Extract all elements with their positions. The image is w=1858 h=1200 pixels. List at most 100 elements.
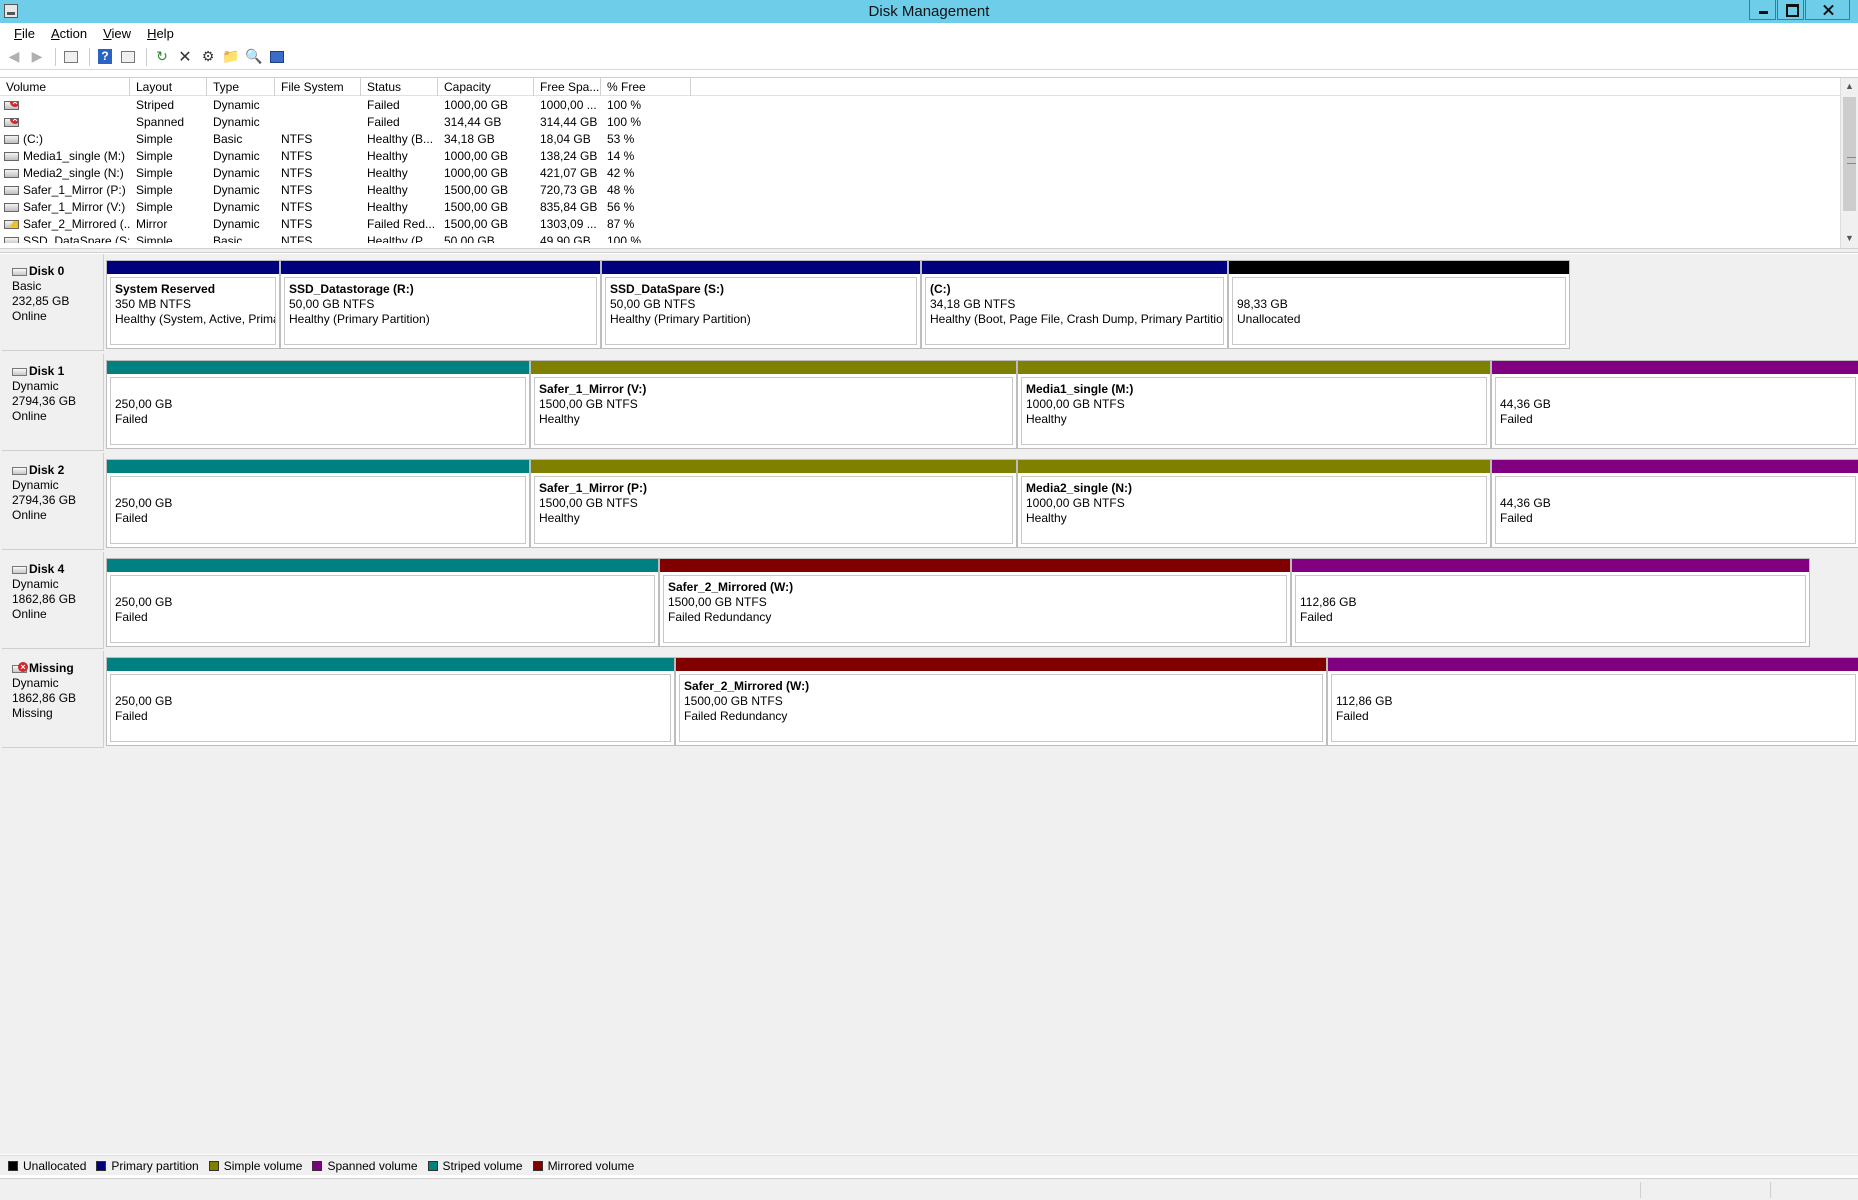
help-icon[interactable]: ?	[95, 47, 115, 67]
volume-list: Volume Layout Type File System Status Ca…	[0, 77, 1858, 248]
partition-name	[1500, 382, 1855, 397]
partition-type-bar	[660, 559, 1290, 572]
volume-icon	[4, 152, 19, 161]
disk-row: Disk 1 Dynamic 2794,36 GB Online 250,00 GB Fa…	[0, 354, 1858, 451]
partition-info: 98,33 GB Unallocated	[1232, 277, 1566, 345]
column-header-layout[interactable]: Layout	[130, 78, 207, 96]
scroll-up-icon[interactable]: ▲	[1841, 78, 1858, 95]
partition-status: Healthy	[1026, 412, 1067, 426]
column-header-percent-free[interactable]: % Free	[601, 78, 691, 96]
partition-block[interactable]: 250,00 GB Failed	[106, 360, 530, 449]
partition-type-bar	[1229, 261, 1569, 274]
column-header-type[interactable]: Type	[207, 78, 275, 96]
menu-help[interactable]: Help	[139, 26, 182, 41]
table-row[interactable]: SSD_DataSpare (S:) Simple Basic NTFS Healthy…	[0, 233, 1840, 243]
partition-type-bar	[1492, 361, 1858, 374]
partition-block[interactable]: System Reserved 350 MB NTFS Healthy (Syste…	[106, 260, 280, 349]
menu-file[interactable]: File	[6, 26, 43, 41]
scrollbar-thumb[interactable]	[1843, 97, 1856, 211]
table-row[interactable]: Media2_single (N:) Simple Dynamic NTFS Healt…	[0, 165, 1840, 182]
table-row[interactable]: Spanned Dynamic Failed 314,44 GB 314,44 GB 10…	[0, 114, 1840, 131]
partition-block[interactable]: Safer_1_Mirror (P:) 1500,00 GB NTFS Health…	[530, 459, 1017, 548]
column-header-file-system[interactable]: File System	[275, 78, 361, 96]
partition-block[interactable]: 44,36 GB Failed	[1491, 459, 1858, 548]
cell-type: Basic	[213, 132, 243, 146]
settings-icon[interactable]: ⚙	[198, 47, 218, 67]
legend-label: Simple volume	[223, 1158, 303, 1173]
cell-free-space: 49,90 GB	[540, 234, 591, 243]
scroll-down-icon[interactable]: ▼	[1841, 230, 1858, 247]
partition-name: SSD_DataSpare (S:)	[610, 282, 725, 296]
pane-splitter[interactable]	[0, 248, 1858, 253]
delete-icon[interactable]: ✕	[175, 47, 195, 67]
column-header-volume[interactable]: Volume	[0, 78, 130, 96]
partition-status: Failed	[115, 610, 148, 624]
partition-block[interactable]: 250,00 GB Failed	[106, 558, 659, 647]
minimize-button[interactable]	[1749, 0, 1776, 20]
partition-type-bar	[107, 261, 279, 274]
cell-file-system	[275, 97, 361, 114]
cell-capacity: 1500,00 GB	[444, 217, 509, 231]
column-header-capacity[interactable]: Capacity	[438, 78, 534, 96]
back-icon[interactable]: ◀	[4, 47, 24, 67]
disk-icon	[12, 466, 27, 475]
legend-label: Spanned volume	[327, 1158, 418, 1173]
partition-block[interactable]: 44,36 GB Failed	[1491, 360, 1858, 449]
partition-info: 112,86 GB Failed	[1331, 674, 1856, 742]
partition-status: Healthy (Primary Partition)	[289, 312, 430, 326]
search-icon[interactable]: 🔍	[244, 47, 264, 67]
partition-info: 250,00 GB Failed	[110, 674, 671, 742]
disk-label[interactable]: MissingDynamic1862,86 GBMissing	[2, 651, 104, 748]
partition-strip: 250,00 GB Failed Safer_1_Mirror (P:) 1500,0…	[106, 459, 1858, 548]
partition-block[interactable]: Safer_2_Mirrored (W:) 1500,00 GB NTFS Fail…	[675, 657, 1327, 746]
menu-action[interactable]: Action	[43, 26, 95, 41]
partition-type-bar	[531, 460, 1016, 473]
close-button[interactable]	[1805, 0, 1850, 20]
partition-block[interactable]: 250,00 GB Failed	[106, 459, 530, 548]
column-header-status[interactable]: Status	[361, 78, 438, 96]
disk-label[interactable]: Disk 2 Dynamic 2794,36 GB Online	[2, 453, 104, 550]
disk-label[interactable]: Disk 1 Dynamic 2794,36 GB Online	[2, 354, 104, 451]
partition-block[interactable]: Media2_single (N:) 1000,00 GB NTFS Healthy	[1017, 459, 1491, 548]
column-header-free-space[interactable]: Free Spa...	[534, 78, 601, 96]
cell-percent-free: 56 %	[607, 200, 635, 214]
table-row[interactable]: Striped Dynamic Failed 1000,00 GB 1000,00 ..…	[0, 97, 1840, 114]
cell-capacity: 314,44 GB	[444, 115, 502, 129]
table-row[interactable]: Media1_single (M:) Simple Dynamic NTFS Healt…	[0, 148, 1840, 165]
partition-info: Safer_2_Mirrored (W:) 1500,00 GB NTFS Fail…	[663, 575, 1287, 643]
partition-block[interactable]: 98,33 GB Unallocated	[1228, 260, 1570, 349]
table-row[interactable]: (C:) Simple Basic NTFS Healthy (B... 34,18 GB…	[0, 131, 1840, 148]
partition-block[interactable]: SSD_Datastorage (R:) 50,00 GB NTFS Healthy…	[280, 260, 601, 349]
disk-label[interactable]: Disk 0 Basic 232,85 GB Online	[2, 254, 104, 351]
partition-block[interactable]: (C:) 34,18 GB NTFS Healthy (Boot, Page Fil…	[921, 260, 1228, 349]
partition-block[interactable]: 250,00 GB Failed	[106, 657, 675, 746]
partition-block[interactable]: Safer_1_Mirror (V:) 1500,00 GB NTFS Health…	[530, 360, 1017, 449]
volume-list-scrollbar[interactable]: ▲ ▼	[1840, 78, 1858, 248]
console-tree-icon[interactable]	[61, 47, 81, 67]
partition-block[interactable]: 112,86 GB Failed	[1327, 657, 1858, 746]
disk-label[interactable]: Disk 4 Dynamic 1862,86 GB Online	[2, 552, 104, 649]
title-bar[interactable]: Disk Management	[0, 0, 1858, 23]
disk-state: Online	[12, 309, 47, 323]
table-row[interactable]: Safer_1_Mirror (V:) Simple Dynamic NTFS Heal…	[0, 199, 1840, 216]
menu-view[interactable]: View	[95, 26, 139, 41]
forward-icon[interactable]: ▶	[27, 47, 47, 67]
refresh-icon[interactable]: ↻	[152, 47, 172, 67]
partition-status: Failed	[1336, 709, 1369, 723]
volume-icon	[4, 169, 19, 178]
open-icon[interactable]: 📁	[221, 47, 241, 67]
partition-strip: System Reserved 350 MB NTFS Healthy (Syste…	[106, 260, 1570, 349]
partition-block[interactable]: Safer_2_Mirrored (W:) 1500,00 GB NTFS Fail…	[659, 558, 1291, 647]
partition-block[interactable]: 112,86 GB Failed	[1291, 558, 1810, 647]
restore-button[interactable]	[1777, 0, 1804, 20]
table-row[interactable]: Safer_2_Mirrored (... Mirror Dynamic NTFS Fa…	[0, 216, 1840, 233]
export-icon[interactable]	[267, 47, 287, 67]
properties-icon[interactable]	[118, 47, 138, 67]
partition-name	[1500, 481, 1855, 496]
toolbar-separator	[89, 47, 90, 66]
partition-status: Failed	[115, 412, 148, 426]
table-row[interactable]: Safer_1_Mirror (P:) Simple Dynamic NTFS Heal…	[0, 182, 1840, 199]
cell-type: Dynamic	[213, 183, 260, 197]
partition-block[interactable]: SSD_DataSpare (S:) 50,00 GB NTFS Healthy (…	[601, 260, 921, 349]
partition-block[interactable]: Media1_single (M:) 1000,00 GB NTFS Healthy	[1017, 360, 1491, 449]
